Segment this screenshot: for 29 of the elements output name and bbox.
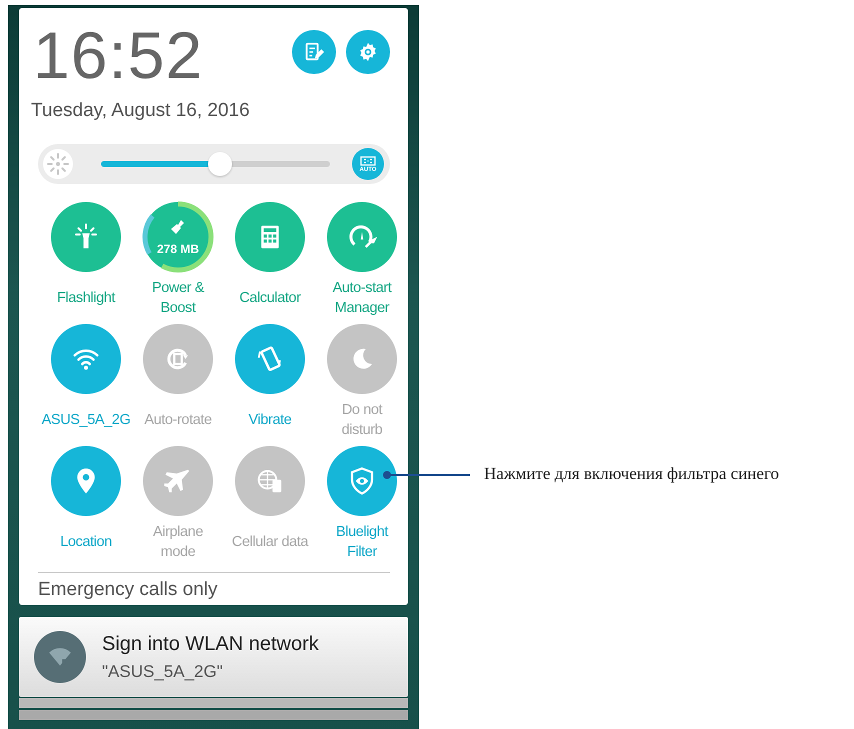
tile-label: Do not disturb: [340, 401, 384, 440]
screen-icon: [360, 156, 376, 166]
notification-title: Sign into WLAN network: [102, 632, 319, 656]
brightness-icon: [43, 149, 73, 179]
tile-label: Bluelight Filter: [334, 523, 390, 562]
memory-ring-icon: [142, 201, 214, 273]
tile-label: Flashlight: [56, 289, 116, 308]
brightness-slider[interactable]: [101, 152, 330, 176]
tile-label: Calculator: [238, 289, 302, 308]
tile-label: Airplane mode: [152, 523, 204, 562]
tile-label: ASUS_5A_2G: [44, 411, 128, 430]
notepad-pencil-icon: [303, 41, 325, 63]
clock-time: 16:52: [33, 20, 204, 90]
tile-label: Auto-rotate: [143, 411, 213, 430]
notification-subtitle: "ASUS_5A_2G": [102, 662, 224, 682]
tile-label: Power & Boost: [151, 279, 206, 318]
network-status-text: Emergency calls only: [38, 572, 390, 601]
callout-text: Нажмите для включения фильтра синего: [484, 464, 780, 484]
tile-label: Location: [59, 533, 113, 552]
settings-button[interactable]: [346, 30, 390, 74]
slider-thumb[interactable]: [208, 152, 232, 176]
edit-button[interactable]: [292, 30, 336, 74]
date-text: Tuesday, August 16, 2016: [31, 100, 250, 122]
tile-label: Auto-start Manager: [332, 279, 393, 318]
tile-label: Vibrate: [248, 411, 292, 430]
quick-toggle-button[interactable]: 278 MB: [143, 202, 213, 272]
notification-card[interactable]: Sign into WLAN network "ASUS_5A_2G": [19, 617, 408, 697]
memory-size-text: 278 MB: [156, 242, 200, 256]
tile-label: Cellular data: [230, 533, 310, 552]
